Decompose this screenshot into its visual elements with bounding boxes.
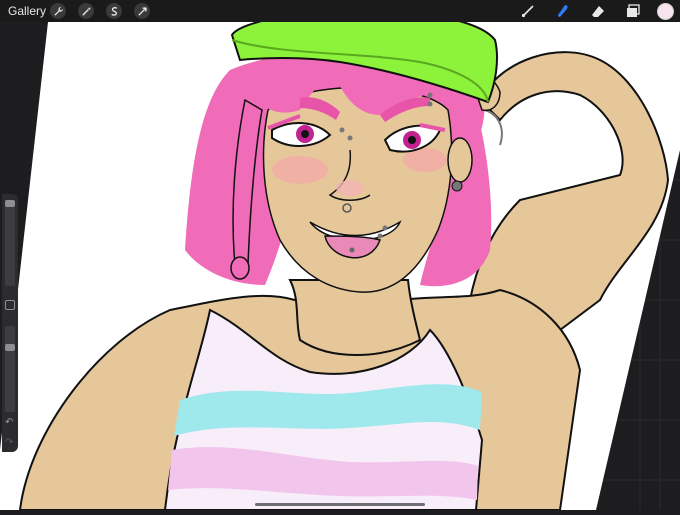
home-indicator — [255, 503, 425, 506]
artwork — [0, 0, 680, 511]
brush-icon[interactable] — [520, 3, 536, 19]
eraser-icon[interactable] — [590, 3, 606, 19]
drawing-canvas[interactable] — [0, 0, 680, 511]
left-sidebar: ↶ ↷ — [2, 194, 18, 452]
selection-icon[interactable] — [106, 3, 122, 19]
transform-icon[interactable] — [134, 3, 150, 19]
gallery-button[interactable]: Gallery — [8, 4, 46, 18]
color-swatch[interactable] — [657, 3, 674, 20]
redo-icon[interactable]: ↷ — [5, 438, 15, 448]
top-toolbar: Gallery — [0, 0, 680, 22]
opacity-slider[interactable] — [5, 326, 15, 412]
brush-size-slider[interactable] — [5, 200, 15, 286]
smudge-icon[interactable] — [555, 3, 571, 19]
brush-size-thumb[interactable] — [5, 200, 15, 207]
wrench-icon[interactable] — [50, 3, 66, 19]
square-modify-icon[interactable] — [5, 300, 15, 310]
opacity-thumb[interactable] — [5, 344, 15, 351]
undo-icon[interactable]: ↶ — [5, 418, 15, 428]
layers-icon[interactable] — [625, 3, 641, 19]
magic-wand-icon[interactable] — [78, 3, 94, 19]
